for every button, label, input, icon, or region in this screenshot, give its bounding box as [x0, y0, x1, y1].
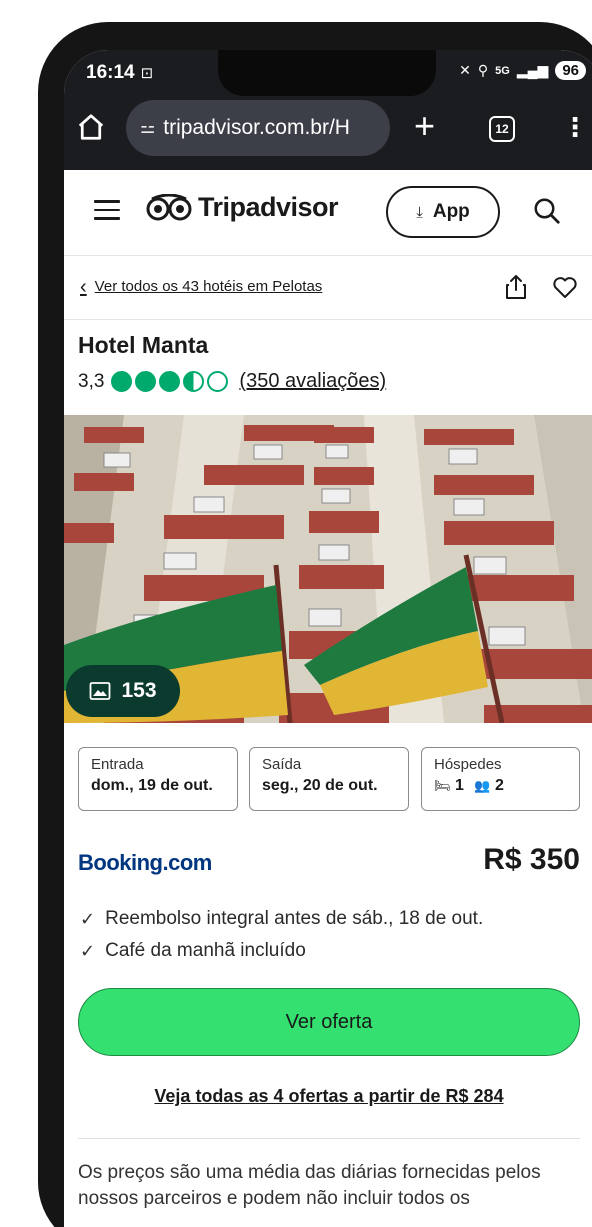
location-icon: ⚲: [477, 62, 489, 78]
site-header: Tripadvisor ⤓ App: [64, 170, 592, 256]
checkout-field[interactable]: Saída seg., 20 de out.: [249, 747, 409, 811]
rating-bubbles: [111, 371, 229, 392]
back-to-list-link[interactable]: ‹ Ver todos os 43 hotéis em Pelotas: [80, 275, 323, 298]
perk-text: Reembolso integral antes de sáb., 18 de …: [105, 908, 484, 929]
checkout-value: seg., 20 de out.: [262, 777, 378, 794]
perk-item: ✓ Reembolso integral antes de sáb., 18 d…: [80, 908, 483, 930]
browser-top-bar: 16:14 ⊡ ✕ ⚲ 5G ▂▄▆ 96 ⚍ tripadvisor.com.b…: [64, 50, 592, 170]
app-download-button[interactable]: ⤓ App: [386, 186, 500, 238]
camera-notch: [218, 50, 436, 96]
app-button-label: App: [432, 201, 470, 222]
perk-item: ✓ Café da manhã incluído: [80, 940, 306, 962]
share-icon[interactable]: [504, 274, 528, 300]
hamburger-icon[interactable]: [94, 200, 120, 220]
view-offer-button[interactable]: Ver oferta: [78, 988, 580, 1056]
signal-icon: ▂▄▆: [516, 62, 549, 78]
checkin-label: Entrada: [91, 756, 144, 773]
checkin-value: dom., 19 de out.: [91, 777, 213, 794]
people-icon: 👥: [474, 778, 491, 793]
rating-score: 3,3: [78, 370, 105, 392]
status-icons: ✕ ⚲ 5G ▂▄▆ 96: [459, 61, 586, 80]
breadcrumb-row: ‹ Ver todos os 43 hotéis em Pelotas: [64, 256, 592, 320]
url-bar[interactable]: ⚍ tripadvisor.com.br/H: [126, 100, 390, 156]
rating-bubble-half: [183, 371, 205, 392]
status-time-text: 16:14: [86, 62, 135, 83]
rating-bubble-empty: [207, 371, 229, 392]
checkout-label: Saída: [262, 756, 302, 773]
logo-text: Tripadvisor: [198, 192, 339, 222]
screenshot-indicator-icon: ⊡: [140, 65, 154, 82]
battery-badge: 96: [555, 61, 586, 80]
url-text: tripadvisor.com.br/H: [163, 116, 350, 139]
offer-price: R$ 350: [483, 843, 580, 876]
tab-switcher-button[interactable]: 12: [489, 116, 515, 142]
rating-row: 3,3 (350 avaliações): [78, 370, 386, 393]
tripadvisor-logo[interactable]: Tripadvisor: [146, 192, 339, 223]
new-tab-button[interactable]: +: [414, 106, 435, 146]
bed-icon: 🛏: [434, 778, 451, 793]
tune-icon[interactable]: ⚍: [140, 118, 155, 138]
mute-icon: ✕: [459, 62, 471, 78]
perk-text: Café da manhã incluído: [105, 940, 306, 961]
checkin-field[interactable]: Entrada dom., 19 de out.: [78, 747, 238, 811]
image-icon: [90, 682, 111, 700]
check-icon: ✓: [80, 940, 96, 961]
phone-screen: 16:14 ⊡ ✕ ⚲ 5G ▂▄▆ 96 ⚍ tripadvisor.com.b…: [64, 50, 592, 1227]
reviews-link[interactable]: (350 avaliações): [239, 370, 386, 393]
price-disclaimer: Os preços são uma média das diárias forn…: [78, 1162, 541, 1209]
network-label: 5G: [495, 64, 510, 77]
rating-bubble-full: [111, 371, 133, 392]
search-icon[interactable]: [532, 196, 562, 226]
status-time: 16:14 ⊡: [86, 62, 153, 84]
rating-bubble-full: [159, 371, 181, 392]
rating-bubble-full: [135, 371, 157, 392]
photo-count-text: 153: [121, 679, 157, 702]
guests-count: 2: [494, 777, 504, 794]
owl-logo-icon: [146, 193, 192, 220]
guests-label: Hóspedes: [434, 756, 502, 773]
download-icon: ⤓: [416, 203, 423, 221]
check-icon: ✓: [80, 908, 96, 929]
browser-menu-button[interactable]: ⋮: [562, 110, 588, 144]
heart-icon[interactable]: [552, 276, 578, 300]
hotel-title: Hotel Manta: [78, 332, 209, 358]
all-offers-link[interactable]: Veja todas as 4 ofertas a partir de R$ 2…: [64, 1086, 592, 1107]
home-icon[interactable]: [76, 112, 106, 142]
offer-provider: Booking.com: [78, 850, 212, 875]
chevron-left-icon: ‹: [80, 275, 87, 298]
hotel-photo[interactable]: 153: [64, 415, 592, 723]
rooms-count: 1: [454, 777, 464, 794]
divider: [78, 1138, 580, 1139]
guests-value: 🛏 1 👥 2: [434, 777, 567, 795]
photo-gallery-button[interactable]: 153: [66, 665, 180, 717]
guests-field[interactable]: Hóspedes 🛏 1 👥 2: [421, 747, 580, 811]
back-link-label: Ver todos os 43 hotéis em Pelotas: [94, 278, 323, 295]
